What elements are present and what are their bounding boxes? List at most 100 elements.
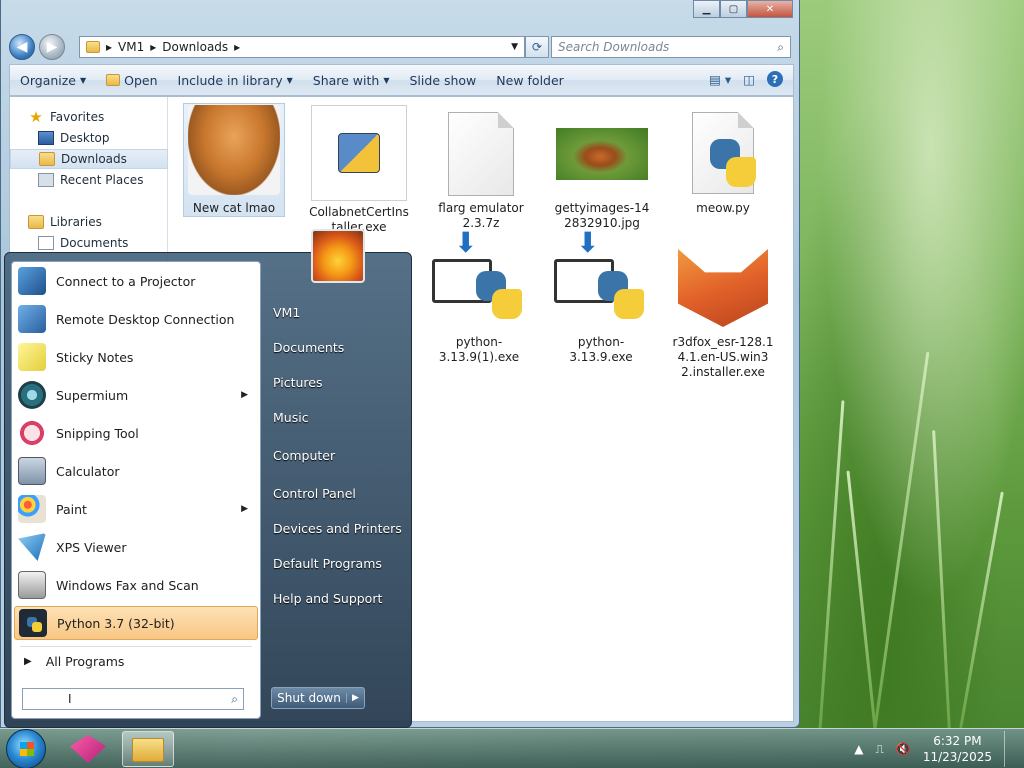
file-name: python-3.13.9(1).exe bbox=[438, 335, 520, 364]
program-sticky-notes[interactable]: Sticky Notes bbox=[14, 340, 258, 374]
place-default-programs[interactable]: Default Programs bbox=[273, 556, 382, 571]
program-label: XPS Viewer bbox=[56, 539, 127, 555]
recent-places-icon bbox=[38, 173, 54, 187]
chevron-right-icon: ▸ bbox=[106, 40, 113, 54]
all-programs-button[interactable]: ▶ All Programs bbox=[24, 654, 124, 669]
navigation-bar: ◀ ▶ ▸ VM1 ▸ Downloads ▸ ▼ ⟳ Search Downl… bbox=[9, 32, 794, 60]
newfolder-label: New folder bbox=[496, 72, 564, 88]
shutdown-options-icon[interactable]: ▶ bbox=[346, 693, 364, 703]
place-documents[interactable]: Documents bbox=[273, 340, 344, 355]
separator bbox=[20, 646, 252, 647]
file-item[interactable]: CollabnetCertInstaller.exe bbox=[308, 105, 410, 235]
place-help-support[interactable]: Help and Support bbox=[273, 591, 382, 606]
program-windows-fax-scan[interactable]: Windows Fax and Scan bbox=[14, 568, 258, 602]
forward-button[interactable]: ▶ bbox=[39, 34, 65, 60]
taskbar: ▲ ⎍ 🔇 6:32 PM 11/23/2025 bbox=[0, 728, 1024, 768]
include-in-library-button[interactable]: Include in library ▼ bbox=[178, 73, 293, 88]
start-search-input[interactable]: I ⌕ bbox=[22, 688, 244, 710]
nav-libraries[interactable]: Libraries bbox=[10, 212, 168, 232]
chevron-down-icon: ▼ bbox=[286, 75, 293, 85]
organize-label: Organize bbox=[20, 72, 76, 88]
start-menu-programs-pane: Connect to a Projector Remote Desktop Co… bbox=[11, 261, 261, 719]
documents-label: Documents bbox=[60, 236, 129, 250]
show-hidden-icons-icon[interactable]: ▲ bbox=[854, 742, 863, 756]
program-label: Sticky Notes bbox=[56, 349, 134, 365]
nav-downloads[interactable]: Downloads bbox=[10, 149, 168, 169]
place-vm1[interactable]: VM1 bbox=[273, 305, 300, 320]
file-item[interactable]: gettyimages-142832910.jpg bbox=[551, 111, 653, 231]
program-snipping-tool[interactable]: Snipping Tool bbox=[14, 416, 258, 450]
installer-thumbnail bbox=[311, 105, 407, 201]
r3dfox-taskbar-icon bbox=[70, 735, 106, 763]
search-input[interactable]: Search Downloads ⌕ bbox=[551, 36, 791, 58]
program-xps-viewer[interactable]: XPS Viewer bbox=[14, 530, 258, 564]
cat-image-thumbnail bbox=[188, 105, 280, 195]
file-name: gettyimages-142832910.jpg bbox=[554, 201, 650, 230]
text-cursor-icon: I bbox=[68, 692, 72, 706]
breadcrumb-downloads[interactable]: Downloads bbox=[162, 40, 228, 54]
program-python-37[interactable]: Python 3.7 (32-bit) bbox=[14, 606, 258, 640]
program-label: Calculator bbox=[56, 463, 120, 479]
file-item[interactable]: ⬇ python-3.13.9(1).exe bbox=[428, 229, 530, 365]
network-icon[interactable]: ⎍ bbox=[875, 742, 883, 757]
file-name: New cat lmao bbox=[192, 201, 276, 215]
help-icon[interactable]: ? bbox=[767, 71, 783, 87]
organize-button[interactable]: Organize ▼ bbox=[20, 73, 86, 88]
user-avatar[interactable] bbox=[311, 229, 365, 283]
place-control-panel[interactable]: Control Panel bbox=[273, 486, 356, 501]
place-devices-printers[interactable]: Devices and Printers bbox=[273, 521, 402, 536]
nav-favorites[interactable]: ★ Favorites bbox=[10, 107, 168, 127]
all-programs-label: All Programs bbox=[45, 654, 125, 669]
nav-documents[interactable]: Documents bbox=[10, 233, 168, 253]
place-music[interactable]: Music bbox=[273, 410, 309, 425]
file-item[interactable]: New cat lmao bbox=[183, 103, 285, 217]
close-button[interactable]: ✕ bbox=[747, 0, 793, 18]
slide-show-button[interactable]: Slide show bbox=[410, 73, 477, 88]
breadcrumb-vm1[interactable]: VM1 bbox=[118, 40, 144, 54]
open-folder-icon bbox=[106, 74, 121, 86]
place-computer[interactable]: Computer bbox=[273, 448, 335, 463]
python-file-thumbnail bbox=[672, 109, 774, 197]
file-item[interactable]: ⬇ python-3.13.9.exe bbox=[550, 226, 652, 365]
place-pictures[interactable]: Pictures bbox=[273, 375, 323, 390]
refresh-button[interactable]: ⟳ bbox=[525, 36, 549, 58]
folder-icon bbox=[86, 41, 100, 53]
chevron-down-icon: ▼ bbox=[383, 75, 390, 85]
program-label: Connect to a Projector bbox=[56, 273, 196, 289]
grass-blade bbox=[932, 430, 951, 730]
share-with-button[interactable]: Share with ▼ bbox=[313, 73, 390, 88]
file-item[interactable]: r3dfox_esr-128.14.1.en-US.win32.installe… bbox=[672, 245, 774, 380]
volume-muted-icon[interactable]: 🔇 bbox=[896, 742, 911, 756]
clock[interactable]: 6:32 PM 11/23/2025 bbox=[923, 733, 992, 765]
nav-recent-places[interactable]: Recent Places bbox=[10, 170, 168, 190]
change-view-icon[interactable]: ▤ ▾ bbox=[709, 72, 731, 87]
play-arrow-icon: ▶ bbox=[24, 656, 32, 667]
file-name: python-3.13.9.exe bbox=[569, 335, 633, 364]
start-button[interactable] bbox=[6, 729, 46, 768]
address-dropdown-icon[interactable]: ▼ bbox=[511, 42, 518, 52]
snipping-tool-icon bbox=[18, 419, 46, 447]
back-button[interactable]: ◀ bbox=[9, 34, 35, 60]
program-paint[interactable]: Paint ▶ bbox=[14, 492, 258, 526]
program-remote-desktop[interactable]: Remote Desktop Connection bbox=[14, 302, 258, 336]
shutdown-button[interactable]: Shut down ▶ bbox=[271, 687, 365, 709]
download-arrow-icon: ⬇ bbox=[576, 226, 600, 259]
program-calculator[interactable]: Calculator bbox=[14, 454, 258, 488]
new-folder-button[interactable]: New folder bbox=[496, 73, 564, 88]
open-button[interactable]: Open bbox=[106, 73, 158, 88]
show-desktop-button[interactable] bbox=[1004, 731, 1016, 767]
nav-desktop[interactable]: Desktop bbox=[10, 128, 168, 148]
maximize-button[interactable]: ▢ bbox=[720, 0, 747, 18]
program-supermium[interactable]: Supermium ▶ bbox=[14, 378, 258, 412]
preview-pane-icon[interactable]: ◫ bbox=[743, 72, 755, 87]
python-logo-icon bbox=[468, 265, 528, 325]
file-item[interactable]: flarg emulator 2.3.7z bbox=[430, 111, 532, 231]
taskbar-explorer[interactable] bbox=[122, 731, 174, 767]
minimize-button[interactable]: ▁ bbox=[693, 0, 720, 18]
taskbar-r3dfox[interactable] bbox=[62, 731, 114, 767]
file-item[interactable]: meow.py bbox=[672, 109, 774, 216]
python-icon bbox=[19, 609, 47, 637]
address-bar[interactable]: ▸ VM1 ▸ Downloads ▸ ▼ bbox=[79, 36, 525, 58]
program-connect-to-projector[interactable]: Connect to a Projector bbox=[14, 264, 258, 298]
sticky-notes-icon bbox=[18, 343, 46, 371]
